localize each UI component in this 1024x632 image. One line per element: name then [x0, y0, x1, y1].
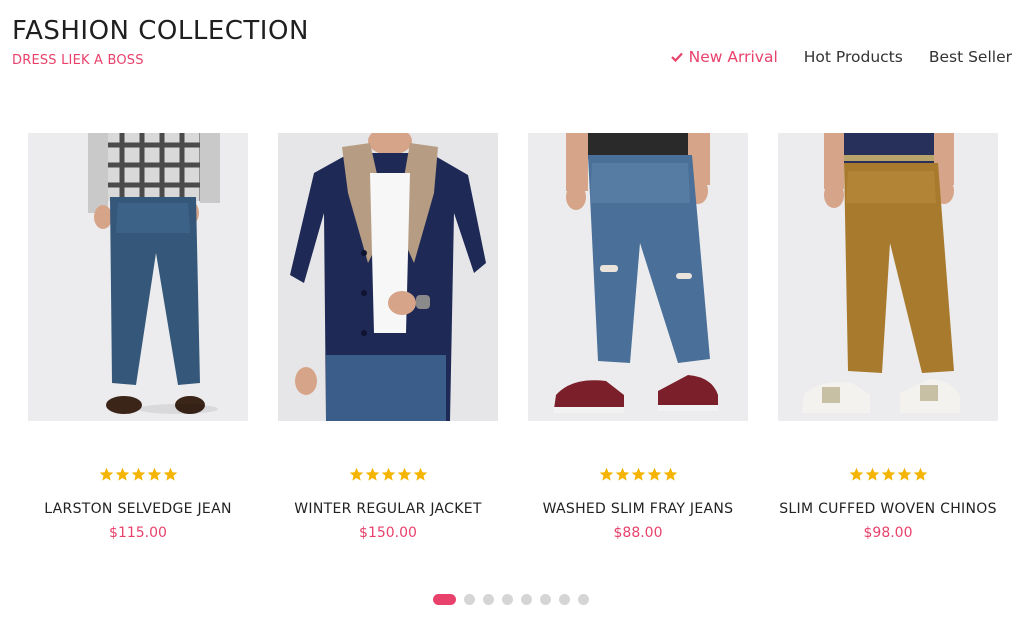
product-price: $98.00 [863, 525, 913, 541]
star-icon [913, 467, 927, 481]
star-icon [631, 467, 645, 481]
tab-label: Best Seller [928, 48, 1012, 66]
star-icon [663, 467, 677, 481]
rating-stars [849, 467, 928, 483]
star-icon [115, 467, 129, 481]
star-icon [147, 467, 161, 481]
tab-hot-products[interactable]: Hot Products [804, 48, 903, 66]
page-subtitle: DRESS LIEK A BOSS [12, 53, 144, 68]
pagination-dot[interactable] [540, 594, 551, 605]
product-price: $88.00 [613, 525, 663, 541]
pagination-dot[interactable] [483, 594, 494, 605]
product-card: WINTER REGULAR JACKET $150.00 [278, 133, 498, 541]
product-photo-jeans [28, 133, 248, 421]
star-icon [381, 467, 395, 481]
product-carousel: LARSTON SELVEDGE JEAN $115.00 WINTER REG… [28, 133, 998, 541]
star-icon [349, 467, 363, 481]
star-icon [163, 467, 177, 481]
carousel-pagination [433, 594, 589, 605]
star-icon [897, 467, 911, 481]
star-icon [413, 467, 427, 481]
product-price: $150.00 [359, 525, 417, 541]
product-image[interactable] [778, 133, 998, 421]
star-icon [865, 467, 879, 481]
product-card: LARSTON SELVEDGE JEAN $115.00 [28, 133, 248, 541]
collection-tabs: New Arrival Hot Products Best Seller [670, 48, 1012, 66]
product-price: $115.00 [109, 525, 167, 541]
tab-new-arrival[interactable]: New Arrival [670, 48, 778, 66]
product-photo-fray-jeans [528, 133, 748, 421]
product-photo-chinos [778, 133, 998, 421]
star-icon [365, 467, 379, 481]
star-icon [131, 467, 145, 481]
product-name[interactable]: WASHED SLIM FRAY JEANS [543, 501, 734, 517]
star-icon [615, 467, 629, 481]
tab-best-seller[interactable]: Best Seller [929, 48, 1012, 66]
product-card: SLIM CUFFED WOVEN CHINOS $98.00 [778, 133, 998, 541]
star-icon [397, 467, 411, 481]
rating-stars [99, 467, 178, 483]
pagination-dot[interactable] [578, 594, 589, 605]
product-name[interactable]: LARSTON SELVEDGE JEAN [44, 501, 231, 517]
rating-stars [599, 467, 678, 483]
check-icon [670, 52, 683, 62]
product-name[interactable]: WINTER REGULAR JACKET [294, 501, 481, 517]
product-photo-jacket [278, 133, 498, 421]
rating-stars [349, 467, 428, 483]
pagination-dot[interactable] [521, 594, 532, 605]
star-icon [599, 467, 613, 481]
tab-label: Hot Products [803, 48, 903, 66]
pagination-dot[interactable] [433, 594, 456, 605]
star-icon [849, 467, 863, 481]
tab-label: New Arrival [688, 48, 778, 66]
star-icon [881, 467, 895, 481]
pagination-dot[interactable] [559, 594, 570, 605]
product-card: WASHED SLIM FRAY JEANS $88.00 [528, 133, 748, 541]
star-icon [647, 467, 661, 481]
star-icon [99, 467, 113, 481]
page-title: FASHION COLLECTION [12, 16, 309, 46]
product-image[interactable] [28, 133, 248, 421]
product-image[interactable] [528, 133, 748, 421]
pagination-dot[interactable] [464, 594, 475, 605]
product-name[interactable]: SLIM CUFFED WOVEN CHINOS [779, 501, 997, 517]
product-image[interactable] [278, 133, 498, 421]
pagination-dot[interactable] [502, 594, 513, 605]
